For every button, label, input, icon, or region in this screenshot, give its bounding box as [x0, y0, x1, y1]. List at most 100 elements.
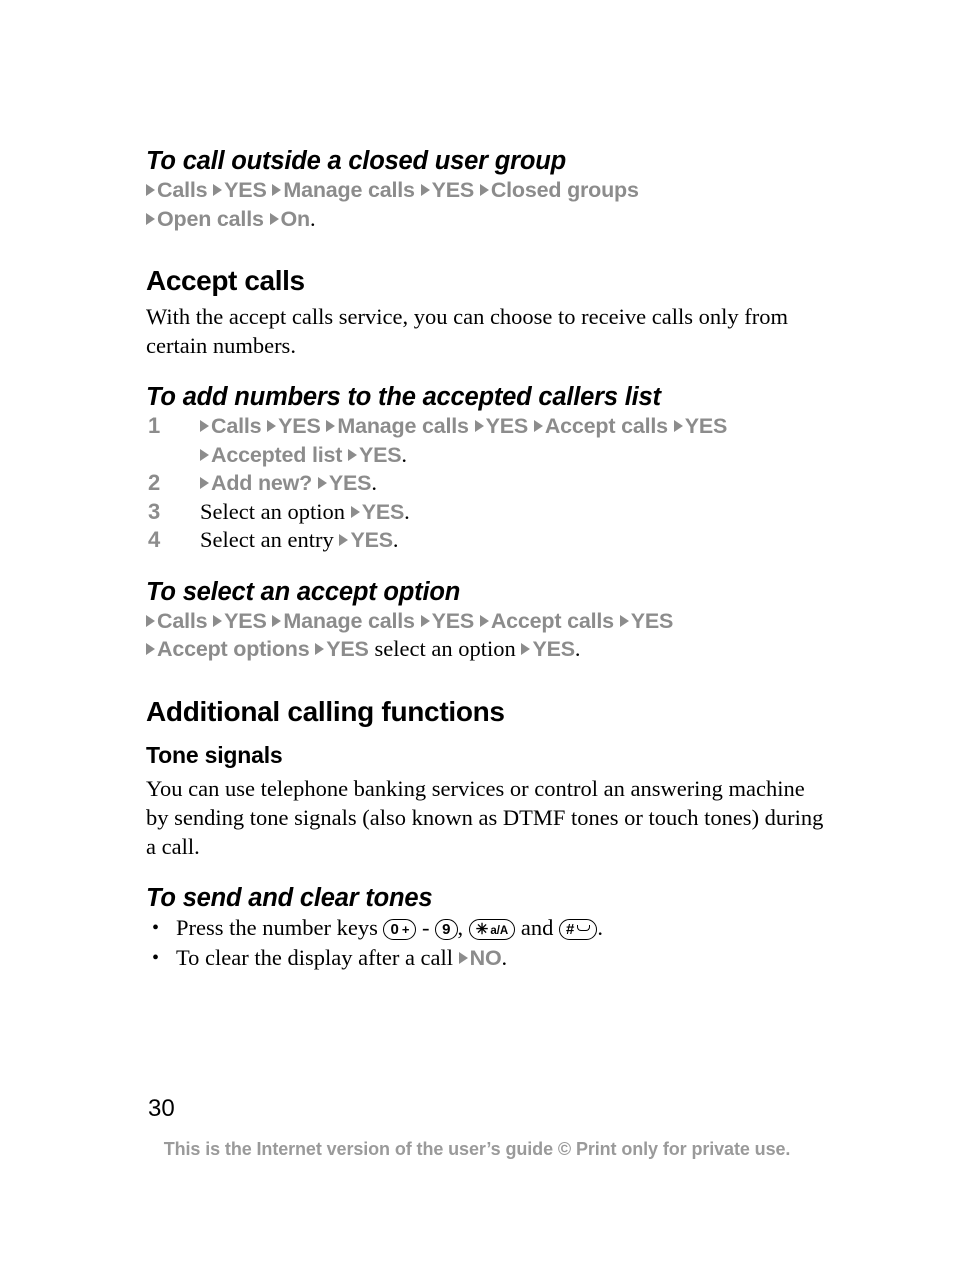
path-terminator: . — [310, 205, 316, 231]
key-zero-icon: 0 + — [383, 918, 417, 940]
triangle-marker-icon — [146, 184, 155, 196]
bullet-terminator: . — [501, 944, 508, 970]
key-zero-label: 0 — [390, 920, 399, 938]
heading-select-accept-option: To select an accept option — [146, 577, 461, 606]
path-item-yes: YES — [350, 528, 393, 552]
triangle-marker-icon — [213, 614, 223, 627]
path-accept-option-line-2: Accept options YES select an option YES. — [146, 635, 826, 664]
triangle-marker-icon — [420, 614, 430, 627]
step-instruction-text: Select an entry — [200, 527, 334, 552]
space-key-icon — [577, 924, 591, 931]
path-item-on: On — [280, 206, 311, 231]
triangle-marker-icon — [673, 420, 683, 432]
manual-page: To call outside a closed user group Call… — [0, 0, 954, 1269]
heading-add-numbers-accepted-callers: To add numbers to the accepted callers l… — [146, 383, 661, 411]
bullet-lead-text: Press the number keys — [176, 914, 378, 940]
triangle-marker-icon — [272, 614, 282, 627]
path-item-yes: YES — [224, 608, 267, 633]
path-closed-user-group-line-1: Calls YES Manage calls YES Closed groups — [146, 176, 826, 205]
triangle-marker-icon — [200, 420, 209, 432]
path-terminator: . — [392, 527, 399, 552]
triangle-marker-icon — [315, 643, 325, 655]
path-item-yes: YES — [278, 414, 321, 438]
step-number: 3 — [148, 498, 161, 524]
list-item: 1 Calls YES Manage calls YES Accept call… — [146, 412, 826, 469]
path-no-wrapper: NO — [458, 945, 502, 970]
path-terminator: . — [371, 470, 377, 495]
path-terminator: . — [574, 636, 581, 661]
bullet-lead-text: To clear the display after a call — [176, 944, 454, 970]
heading-send-and-clear-tones: To send and clear tones — [146, 883, 433, 912]
path-item-yes: YES — [361, 499, 405, 524]
page-number: 30 — [148, 1095, 175, 1122]
path-item-calls: Calls — [157, 178, 208, 202]
path-item-yes: YES — [684, 414, 728, 438]
path-item-open-calls: Open calls — [157, 206, 264, 231]
list-item: 4 Select an entry YES. — [146, 526, 826, 555]
list-item: To clear the display after a call NO. — [146, 943, 826, 973]
key-plus-label: + — [401, 921, 410, 937]
step-path-line-1: Select an option YES. — [200, 498, 826, 527]
triangle-marker-icon — [619, 614, 629, 627]
triangle-marker-icon — [533, 420, 543, 432]
path-terminator: . — [401, 441, 407, 467]
path-item-closed-groups: Closed groups — [490, 178, 639, 202]
path-item-yes: YES — [431, 178, 475, 202]
heading-additional-calling-functions: Additional calling functions — [146, 695, 505, 727]
path-item-yes: YES — [224, 178, 267, 202]
conjunction-and: and — [520, 914, 554, 940]
step-path-line-1: Calls YES Manage calls YES Accept calls … — [200, 412, 826, 441]
triangle-marker-icon — [146, 212, 155, 225]
step-number: 1 — [148, 413, 161, 438]
triangle-marker-icon — [350, 505, 360, 518]
paragraph-tone-signals: You can use telephone banking services o… — [146, 775, 824, 859]
key-hash-label: # — [565, 920, 575, 938]
triangle-marker-icon — [479, 614, 489, 627]
path-closed-user-group-line-2: Open calls On. — [146, 205, 826, 234]
path-item-yes: YES — [485, 414, 529, 438]
triangle-marker-icon — [200, 477, 209, 489]
step-number: 4 — [148, 527, 161, 552]
path-item-yes: YES — [630, 608, 674, 633]
triangle-marker-icon — [213, 184, 223, 196]
triangle-marker-icon — [146, 614, 155, 627]
key-nine-icon: 9 — [435, 918, 458, 940]
bullets-send-clear-tones: Press the number keys 0+ - 9, ✳a/A and #… — [146, 913, 826, 973]
list-item: Press the number keys 0+ - 9, ✳a/A and #… — [146, 913, 826, 943]
path-item-manage-calls: Manage calls — [283, 608, 415, 633]
path-item-yes: YES — [328, 471, 372, 495]
triangle-marker-icon — [474, 420, 484, 432]
key-hash-icon: # — [558, 918, 598, 940]
key-star-icon: ✳ a/A — [468, 918, 516, 940]
path-item-yes: YES — [532, 637, 575, 661]
triangle-marker-icon — [458, 951, 468, 964]
heading-accept-calls: Accept calls — [146, 265, 305, 296]
path-item-manage-calls: Manage calls — [283, 178, 415, 202]
path-accept-option-line-1: Calls YES Manage calls YES Accept calls … — [146, 607, 826, 636]
step-number: 2 — [148, 470, 161, 495]
triangle-marker-icon — [521, 643, 531, 655]
bullet-terminator: . — [597, 914, 603, 940]
path-item-accept-calls: Accept calls — [490, 608, 614, 633]
paragraph-accept-calls: With the accept calls service, you can c… — [146, 304, 788, 358]
path-item-calls: Calls — [211, 414, 262, 438]
triangle-marker-icon — [326, 420, 336, 432]
inline-instruction-text: select an option — [374, 636, 516, 661]
triangle-marker-icon — [317, 477, 327, 489]
path-item-yes: YES — [359, 442, 402, 467]
triangle-marker-icon — [339, 534, 349, 546]
heading-call-outside-closed-user-group: To call outside a closed user group — [146, 147, 566, 175]
list-item: 2 Add new? YES. — [146, 469, 826, 498]
path-item-accept-calls: Accept calls — [544, 414, 668, 438]
triangle-marker-icon — [479, 184, 489, 196]
path-item-no: NO — [469, 945, 502, 970]
path-item-add-new: Add new? — [211, 471, 313, 495]
triangle-marker-icon — [269, 212, 279, 225]
path-item-yes: YES — [431, 608, 475, 633]
step-path-line-2: Accepted list YES. — [200, 441, 826, 470]
comma-separator: , — [457, 914, 464, 940]
path-item-manage-calls: Manage calls — [337, 414, 469, 438]
step-path-line-1: Select an entry YES. — [200, 526, 826, 555]
range-dash: - — [422, 914, 430, 940]
path-item-accept-options: Accept options — [157, 637, 310, 661]
